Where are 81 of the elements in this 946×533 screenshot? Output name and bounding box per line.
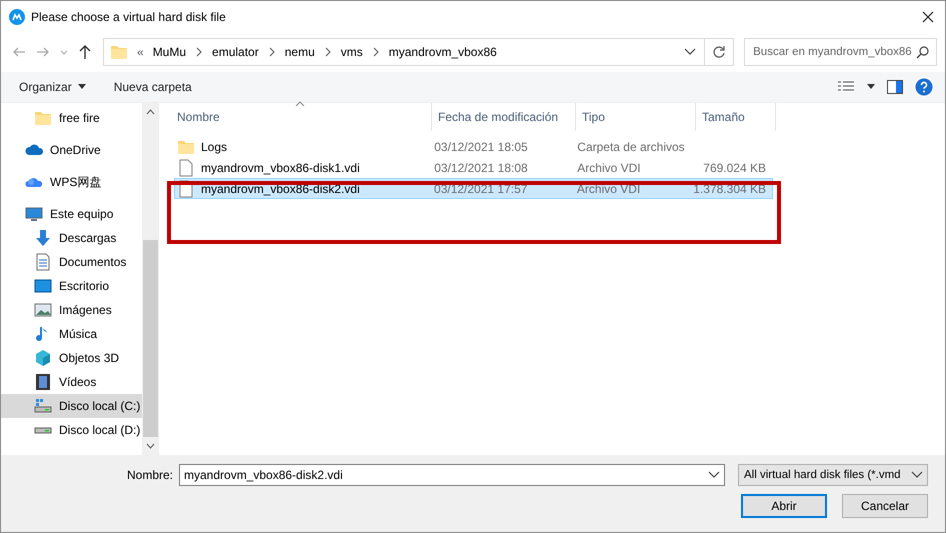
file-row[interactable]: Logs 03/12/2021 18:05 Carpeta de archivos: [174, 136, 773, 157]
table-cell-text: Archivo VDI: [576, 182, 642, 196]
filename-input[interactable]: myandrovm_vbox86-disk2.vdi: [184, 468, 708, 482]
close-icon[interactable]: [921, 10, 935, 24]
scroll-down-icon: [146, 443, 154, 449]
filename-field[interactable]: myandrovm_vbox86-disk2.vdi: [179, 464, 725, 486]
search-input[interactable]: Buscar en myandrovm_vbox86: [753, 46, 916, 58]
chevron-right-icon: [268, 47, 276, 57]
up-arrow-icon[interactable]: [77, 44, 93, 60]
search-field[interactable]: Buscar en myandrovm_vbox86: [744, 38, 938, 66]
sidebar-item[interactable]: Música: [1, 322, 142, 346]
folder-icon: [110, 43, 128, 61]
chevron-right-icon: [195, 47, 204, 57]
table-cell-text: 769.024 KB: [702, 160, 767, 174]
sidebar-item[interactable]: WPS网盘: [1, 170, 142, 194]
breadcrumb-item[interactable]: MuMu: [152, 45, 186, 59]
column-header[interactable]: Fecha de modificación: [432, 103, 576, 131]
sort-caret-icon: [295, 101, 305, 107]
open-button[interactable]: Abrir: [741, 494, 827, 518]
chevron-down-icon: [911, 470, 923, 480]
search-icon: [916, 45, 930, 59]
cancel-button[interactable]: Cancelar: [842, 494, 928, 518]
file-name[interactable]: myandrovm_vbox86-disk1.vdi: [201, 160, 360, 174]
app-logo-icon: [9, 8, 25, 24]
chevron-right-icon: [324, 47, 332, 57]
table-cell-text: Archivo VDI: [576, 160, 642, 174]
table-cell-text: Carpeta de archivos: [576, 140, 686, 154]
file-type-dropdown[interactable]: All virtual hard disk files (*.vmd: [738, 464, 928, 486]
chevron-down-icon: [708, 470, 720, 480]
sidebar-item[interactable]: Vídeos: [1, 370, 142, 394]
new-folder-button[interactable]: Nueva carpeta: [106, 78, 200, 96]
help-icon[interactable]: [915, 78, 933, 96]
breadcrumb-item[interactable]: vms: [340, 45, 363, 59]
table-cell-text: 03/12/2021 17:57: [433, 182, 528, 196]
folder-icon: [34, 109, 52, 127]
sidebar-item[interactable]: OneDrive: [1, 138, 142, 162]
desktop-icon: [34, 277, 52, 295]
table-cell-text: 03/12/2021 18:05: [433, 140, 529, 154]
sidebar-item[interactable]: Objetos 3D: [1, 346, 142, 370]
field-label: Nombre:: [126, 468, 173, 482]
sidebar-item[interactable]: Imágenes: [1, 298, 142, 322]
sidebar-item[interactable]: Disco local (C:): [1, 394, 142, 418]
document-icon: [34, 253, 52, 271]
table-cell-text: 1.378.304 KB: [694, 182, 768, 196]
drive-icon: [34, 397, 52, 415]
file-name[interactable]: myandrovm_vbox86-disk2.vdi: [201, 182, 360, 196]
scrollbar-thumb[interactable]: [142, 240, 158, 437]
file-name[interactable]: Logs: [201, 140, 228, 154]
address-bar[interactable]: « MuMu emulator nemu vms myandrovm_vbox86: [103, 38, 705, 66]
organize-menu[interactable]: Organizar: [11, 78, 94, 96]
table-cell-text: 03/12/2021 18:08: [433, 160, 529, 174]
drive-icon: [34, 426, 52, 434]
column-header[interactable]: Tamaño: [696, 103, 776, 131]
chevron-right-icon: [372, 47, 380, 57]
film-icon: [34, 373, 52, 391]
breadcrumb-item[interactable]: myandrovm_vbox86: [388, 45, 497, 59]
caret-icon: [78, 84, 86, 90]
caret-icon[interactable]: [867, 84, 875, 90]
scrollbar[interactable]: [142, 103, 158, 455]
breadcrumb-item[interactable]: emulator: [212, 45, 259, 59]
image-icon: [34, 301, 52, 319]
sidebar-item[interactable]: Descargas: [1, 226, 142, 250]
refresh-icon: [712, 45, 726, 59]
chevron-down-icon[interactable]: [684, 47, 696, 57]
column-header[interactable]: Tipo: [576, 103, 696, 131]
computer-icon: [25, 205, 43, 223]
refresh-button[interactable]: [704, 38, 734, 66]
sidebar-item[interactable]: Este equipo: [1, 202, 142, 226]
sidebar-item[interactable]: Disco local (D:): [1, 418, 142, 442]
cube-icon: [34, 349, 52, 367]
sidebar-item[interactable]: Escritorio: [1, 274, 142, 298]
column-header[interactable]: Nombre: [171, 103, 432, 131]
breadcrumb-item[interactable]: nemu: [284, 45, 315, 59]
sidebar-item[interactable]: Documentos: [1, 250, 142, 274]
file-row[interactable]: myandrovm_vbox86-disk1.vdi 03/12/2021 18:08 Archivo VDI 769.024 KB: [174, 157, 773, 178]
window-title: Please choose a virtual hard disk file: [31, 10, 226, 24]
download-arrow-icon: [34, 229, 52, 247]
preview-pane-icon[interactable]: [887, 80, 903, 94]
scroll-up-icon: [146, 109, 154, 115]
overflow-chevron[interactable]: «: [137, 45, 144, 59]
sidebar-item[interactable]: free fire: [1, 106, 142, 130]
